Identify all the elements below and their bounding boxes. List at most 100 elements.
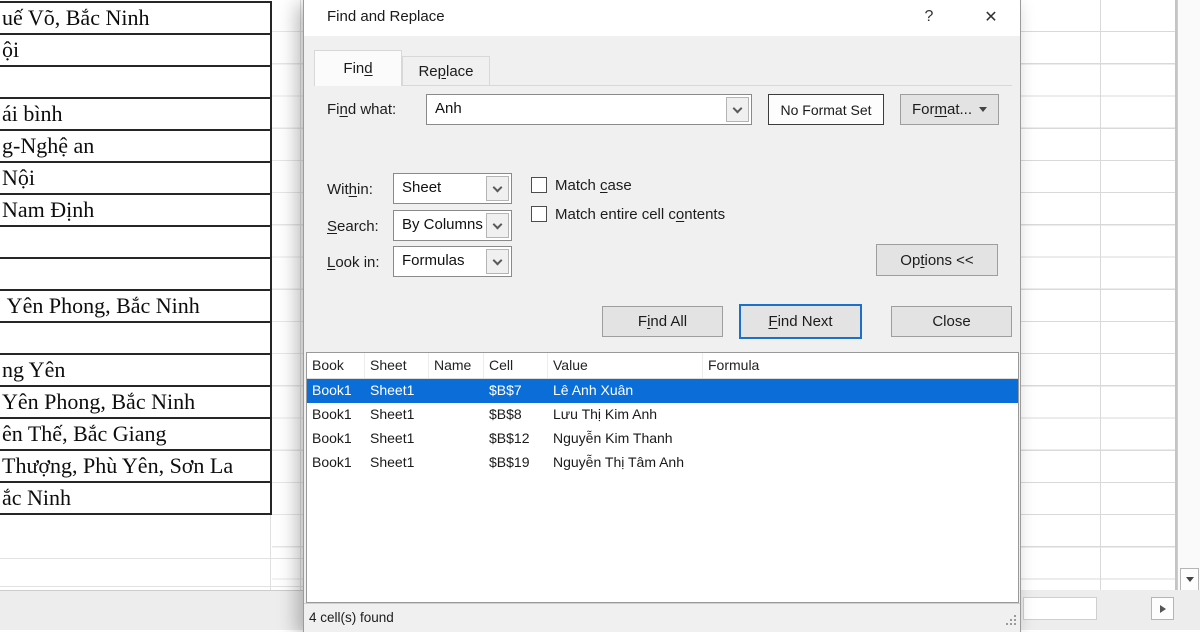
dialog-title-bar[interactable]: Find and Replace ? ✕ [304,0,1020,36]
column-header-name[interactable]: Name [429,353,484,378]
column-header-book[interactable]: Book [307,353,365,378]
find-what-dropdown-button[interactable] [726,97,749,122]
column-header-value[interactable]: Value [548,353,703,378]
sheet-cell[interactable]: g-Nghệ an [0,131,270,163]
sheet-cell[interactable]: ội [0,35,270,67]
within-value: Sheet [402,179,442,196]
find-all-button[interactable]: Find All [602,306,723,337]
result-row[interactable]: Book1 Sheet1 $B$8 Lưu Thị Kim Anh [307,403,1018,427]
result-cell-formula [703,427,1018,451]
sheet-cell[interactable]: ắc Ninh [0,483,270,515]
scroll-right-button[interactable] [1151,597,1174,620]
result-cell-formula [703,403,1018,427]
gridline-horizontal [0,586,303,587]
result-cell-name [429,451,484,475]
column-header-cell[interactable]: Cell [484,353,548,378]
sheet-cell[interactable] [0,227,270,259]
result-cell-value: Lê Anh Xuân [553,382,634,398]
result-cell-cell: $B$8 [489,406,522,422]
look-in-dropdown-button[interactable] [486,249,509,274]
sheet-cell[interactable] [0,323,270,355]
result-cell-book: Book1 [312,430,352,446]
chevron-down-icon [492,255,503,265]
column-header-formula[interactable]: Formula [703,353,1018,378]
results-header: Book Sheet Name Cell Value Formula [307,353,1018,379]
chevron-right-icon [1159,604,1166,613]
sheet-cell[interactable]: Thượng, Phù Yên, Sơn La [0,451,270,483]
sheet-cell[interactable]: Nội [0,163,270,195]
horizontal-scrollbar-thumb[interactable] [1023,597,1097,620]
result-cell-value: Nguyễn Kim Thanh [553,430,673,446]
result-cell-sheet: Sheet1 [370,382,415,398]
tab-replace[interactable]: Replace [402,56,490,86]
sheet-cell[interactable]: Yên Phong, Bắc Ninh [0,291,270,323]
result-cell-value: Lưu Thị Kim Anh [553,406,658,422]
sheet-cell[interactable]: uế Võ, Bắc Ninh [0,3,270,35]
within-label: Within: [327,181,373,198]
bottom-bar-right [1021,590,1200,630]
spreadsheet-right-region [1021,0,1177,595]
search-dropdown-button[interactable] [486,213,509,238]
help-button[interactable]: ? [914,4,944,30]
result-cell-book: Book1 [312,382,352,398]
chevron-down-icon [492,182,503,192]
format-preview-box: No Format Set [768,94,884,125]
find-and-replace-dialog: Find and Replace ? ✕ Find Replace Find w… [303,0,1021,632]
look-in-label: Look in: [327,254,380,271]
spreadsheet-left-region: uế Võ, Bắc Ninh ội ái bình g-Nghệ an Nội Nam … [0,0,303,590]
bottom-bar-left [0,590,303,630]
sheet-cell[interactable]: ên Thế, Bắc Giang [0,419,270,451]
vertical-scrollbar[interactable] [1177,0,1200,595]
tab-find[interactable]: Find [314,50,402,86]
result-cell-formula [703,451,1018,475]
close-dialog-button[interactable]: Close [891,306,1012,337]
match-entire-cell-checkbox[interactable] [531,206,547,222]
result-cell-cell: $B$7 [489,382,522,398]
sheet-cell[interactable]: Nam Định [0,195,270,227]
sheet-cell[interactable]: Yên Phong, Bắc Ninh [0,387,270,419]
close-icon: ✕ [984,9,998,26]
within-dropdown-button[interactable] [486,176,509,201]
search-value: By Columns [402,216,483,233]
sheet-cell[interactable]: ng Yên [0,355,270,387]
format-button[interactable]: Format... [900,94,999,125]
close-button[interactable]: ✕ [976,4,1006,30]
options-button[interactable]: Options << [876,244,998,276]
column-header-sheet[interactable]: Sheet [365,353,429,378]
result-row[interactable]: Book1 Sheet1 $B$7 Lê Anh Xuân [307,379,1018,403]
match-case-checkbox[interactable] [531,177,547,193]
chevron-down-icon [492,219,503,229]
gridline-vertical [1100,0,1101,595]
result-row[interactable]: Book1 Sheet1 $B$19 Nguyễn Thị Tâm Anh [307,451,1018,475]
search-label: Search: [327,218,379,235]
look-in-select[interactable]: Formulas [393,246,512,277]
result-cell-sheet: Sheet1 [370,430,415,446]
result-row[interactable]: Book1 Sheet1 $B$12 Nguyễn Kim Thanh [307,427,1018,451]
find-next-button[interactable]: Find Next [739,304,862,339]
search-select[interactable]: By Columns [393,210,512,241]
find-what-label: Find what: [327,101,397,118]
status-text: 4 cell(s) found [309,610,394,625]
look-in-value: Formulas [402,252,465,269]
result-cell-name [429,427,484,451]
help-icon: ? [924,8,934,25]
sheet-cell[interactable] [0,67,270,99]
result-cell-formula [703,379,1018,403]
left-table: uế Võ, Bắc Ninh ội ái bình g-Nghệ an Nội Nam … [0,1,272,515]
sheet-cell[interactable]: ái bình [0,99,270,131]
results-list[interactable]: Book Sheet Name Cell Value Formula Book1… [306,352,1019,603]
scroll-down-button[interactable] [1180,568,1199,591]
result-cell-name [429,403,484,427]
chevron-down-icon [1185,577,1194,582]
sheet-cell[interactable] [0,259,270,291]
match-entire-cell-label: Match entire cell contents [555,206,726,223]
dialog-status-bar: 4 cell(s) found [304,603,1020,632]
dialog-title: Find and Replace [327,8,445,25]
result-cell-value: Nguyễn Thị Tâm Anh [553,454,685,470]
results-rows: Book1 Sheet1 $B$7 Lê Anh Xuân Book1 Sheet1 $B$… [307,379,1018,475]
gridline-horizontal [0,558,303,559]
within-select[interactable]: Sheet [393,173,512,204]
find-what-input[interactable]: Anh [426,94,752,125]
resize-grip[interactable] [1014,623,1016,625]
find-what-value: Anh [435,100,462,117]
